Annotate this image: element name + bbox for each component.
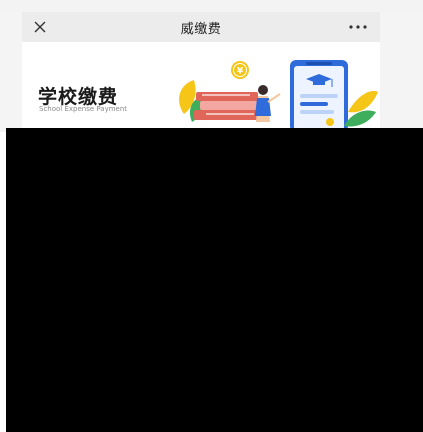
book-icon (196, 92, 258, 101)
app-page: 威缴费 学校缴费 School Expense Payment ¥ (0, 0, 423, 432)
coin-symbol: ¥ (237, 67, 244, 77)
leaf-right-green-icon (344, 110, 376, 127)
banner-subtitle: School Expense Payment (39, 105, 128, 113)
book-icon (200, 101, 260, 110)
close-icon (34, 21, 46, 33)
page-title: 威缴费 (180, 21, 222, 37)
school-payment-banner[interactable]: 学校缴费 School Expense Payment ¥ (22, 42, 380, 132)
app-header: 威缴费 (22, 12, 380, 42)
status-strip (0, 0, 423, 12)
person-head-icon (258, 85, 268, 95)
right-margin (380, 12, 423, 132)
payment-illustration: ¥ (179, 60, 378, 132)
redacted-region (6, 128, 423, 432)
more-dots-icon (349, 25, 367, 29)
close-button[interactable] (30, 17, 50, 37)
leaf-right-icon (348, 90, 378, 113)
more-button[interactable] (346, 17, 370, 37)
left-margin (0, 12, 22, 132)
